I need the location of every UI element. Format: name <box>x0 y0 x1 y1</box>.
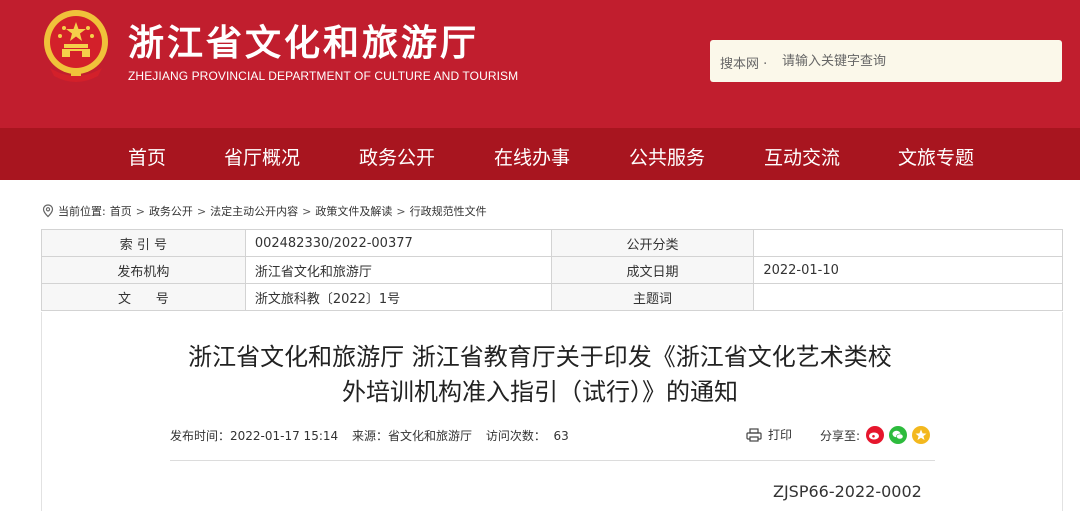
table-row: 发布机构 浙江省文化和旅游厅 成文日期 2022-01-10 <box>41 256 1063 284</box>
category-label: 公开分类 <box>550 229 755 257</box>
subject-label: 主题词 <box>550 283 755 311</box>
date-value: 2022-01-10 <box>753 256 1063 284</box>
search-scope-label[interactable]: 搜本网 · <box>720 53 767 72</box>
breadcrumb-normative-docs[interactable]: 行政规范性文件 <box>410 203 487 219</box>
print-label: 打印 <box>768 428 793 442</box>
location-pin-icon <box>42 204 54 218</box>
search-input[interactable] <box>782 48 1052 74</box>
document-code: ZJSP66-2022-0002 <box>773 482 922 501</box>
wechat-icon[interactable] <box>889 426 908 444</box>
document-meta-table: 索 引 号 002482330/2022-00377 公开分类 发布机构 浙江省… <box>41 229 1063 311</box>
breadcrumb-separator: > <box>196 204 207 218</box>
nav-item-overview[interactable]: 省厅概况 <box>224 143 300 170</box>
publisher-value: 浙江省文化和旅游厅 <box>244 256 552 284</box>
breadcrumb-separator: > <box>302 204 312 218</box>
site-subtitle: ZHEJIANG PROVINCIAL DEPARTMENT OF CULTUR… <box>128 69 519 83</box>
print-button[interactable]: 打印 <box>746 426 792 443</box>
doc-number-value: 浙文旅科教〔2022〕1号 <box>244 283 552 311</box>
article-title: 浙江省文化和旅游厅 浙江省教育厅关于印发《浙江省文化艺术类校 外培训机构准入指引… <box>0 340 1080 410</box>
doc-number-label: 文 号 <box>41 283 246 311</box>
divider <box>170 460 935 461</box>
site-title[interactable]: 浙江省文化和旅游厅 <box>128 14 479 66</box>
search-box: 搜本网 · <box>710 40 1062 82</box>
breadcrumb-label: 当前位置: <box>58 205 106 218</box>
breadcrumb-gov-affairs[interactable]: 政务公开 <box>149 203 193 219</box>
breadcrumb-policy-docs[interactable]: 政策文件及解读 <box>315 203 392 219</box>
nav-item-interaction[interactable]: 互动交流 <box>764 143 840 170</box>
weibo-icon[interactable] <box>866 426 885 444</box>
article-title-line: 浙江省文化和旅游厅 浙江省教育厅关于印发《浙江省文化艺术类校 <box>188 343 892 371</box>
breadcrumb-statutory-content[interactable]: 法定主动公开内容 <box>210 203 298 219</box>
nav-item-topics[interactable]: 文旅专题 <box>898 143 974 170</box>
breadcrumb-separator: > <box>135 204 145 218</box>
breadcrumb-home[interactable]: 首页 <box>110 203 132 219</box>
nav-item-home[interactable]: 首页 <box>128 143 166 170</box>
share-label: 分享至: <box>820 428 861 443</box>
site-header: 浙江省文化和旅游厅 ZHEJIANG PROVINCIAL DEPARTMENT… <box>0 0 1080 128</box>
national-emblem-icon[interactable] <box>40 8 112 84</box>
date-label: 成文日期 <box>550 256 755 284</box>
publish-time: 发布时间：2022-01-17 15:14 <box>170 429 339 443</box>
printer-icon <box>746 427 762 442</box>
breadcrumb-separator: > <box>396 204 406 218</box>
category-value <box>753 229 1063 257</box>
qzone-icon[interactable] <box>912 426 931 444</box>
subject-value <box>753 283 1063 311</box>
nav-item-public-services[interactable]: 公共服务 <box>629 143 705 170</box>
nav-item-gov-affairs[interactable]: 政务公开 <box>359 143 435 170</box>
article-title-line: 外培训机构准入指引（试行）》的通知 <box>342 378 738 406</box>
table-row: 索 引 号 002482330/2022-00377 公开分类 <box>41 229 1063 257</box>
breadcrumb: 当前位置: 首页 > 政务公开 > 法定主动公开内容 > 政策文件及解读 > 行… <box>42 203 487 219</box>
index-number-value: 002482330/2022-00377 <box>244 229 552 257</box>
article-info: 发布时间：2022-01-17 15:14 来源：省文化和旅游厅 访问次数： 6… <box>170 427 579 444</box>
nav-item-online-services[interactable]: 在线办事 <box>494 143 570 170</box>
main-nav: 首页 省厅概况 政务公开 在线办事 公共服务 互动交流 文旅专题 <box>0 128 1080 180</box>
index-number-label: 索 引 号 <box>41 229 246 257</box>
share-bar: 分享至: <box>820 426 931 444</box>
table-row: 文 号 浙文旅科教〔2022〕1号 主题词 <box>41 283 1063 311</box>
article-source: 来源：省文化和旅游厅 <box>351 429 472 443</box>
publisher-label: 发布机构 <box>41 256 246 284</box>
visit-count: 访问次数： 63 <box>485 429 569 443</box>
